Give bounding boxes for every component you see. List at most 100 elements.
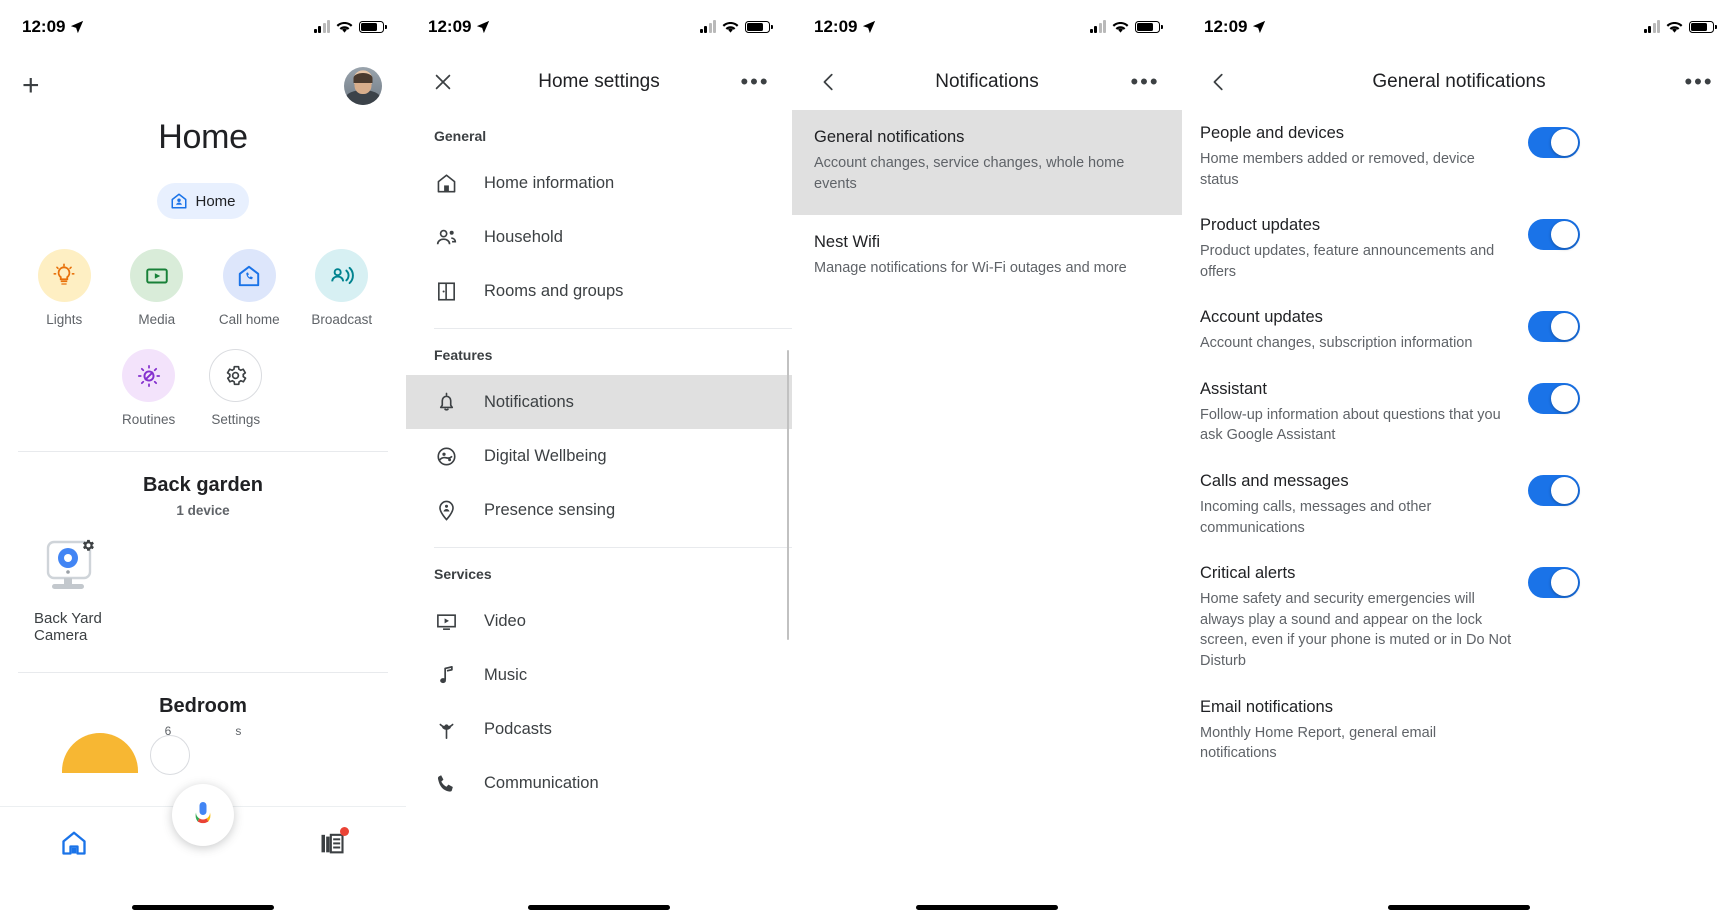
setting-subtitle: Account changes, subscription informatio…	[1200, 335, 1473, 352]
quick-actions: Lights Media Call home Broadcast Routine…	[0, 249, 406, 427]
settings-item-communication[interactable]: Communication	[406, 756, 792, 810]
setting-row-people-and-devices[interactable]: People and devices Home members added or…	[1182, 110, 1736, 202]
toggle-calls-and-messages[interactable]	[1528, 475, 1580, 507]
close-icon[interactable]	[426, 65, 460, 99]
more-options-icon[interactable]: •••	[738, 65, 772, 99]
list-item-subtitle: Manage notifications for Wi-Fi outages a…	[814, 260, 1127, 277]
quick-action-settings[interactable]: Settings	[209, 349, 263, 427]
routines-icon	[122, 349, 176, 402]
status-bar: 12:09	[1182, 0, 1736, 54]
setting-row-email-notifications[interactable]: Email notifications Monthly Home Report,…	[1182, 684, 1736, 776]
device-tile[interactable]: Back Yard Camera	[34, 536, 154, 644]
setting-row-assistant[interactable]: Assistant Follow-up information about qu…	[1182, 366, 1736, 458]
more-options-icon[interactable]: •••	[1128, 65, 1162, 99]
nav-bar: Notifications •••	[792, 54, 1182, 110]
more-options-icon[interactable]: •••	[1682, 65, 1716, 99]
toggle-people-and-devices[interactable]	[1528, 127, 1580, 158]
page-title: General notifications	[1372, 71, 1546, 92]
section-header-general: General	[434, 128, 487, 144]
settings-item-notifications[interactable]: Notifications	[406, 375, 792, 429]
panel-home-settings: 12:09 Home settings ••• General Home inf…	[406, 0, 792, 924]
home-selector-chip[interactable]: Home	[157, 183, 249, 219]
wifi-icon	[1112, 21, 1129, 33]
room-device-count: 1 device	[176, 503, 230, 518]
settings-item-home-information[interactable]: Home information	[406, 156, 792, 210]
ios-home-indicator	[1388, 905, 1530, 910]
notification-category-nest-wifi[interactable]: Nest Wifi Manage notifications for Wi-Fi…	[792, 215, 1182, 299]
status-time: 12:09	[428, 17, 472, 36]
status-bar: 12:09	[0, 0, 406, 54]
location-arrow-icon	[477, 20, 490, 34]
assistant-button[interactable]	[172, 784, 234, 846]
setting-title: People and devices	[1200, 124, 1345, 142]
toggle-product-updates[interactable]	[1528, 219, 1580, 251]
battery-icon	[359, 21, 387, 33]
battery-icon	[745, 21, 773, 33]
toggle-assistant[interactable]	[1528, 382, 1580, 414]
device-circle[interactable]	[150, 735, 190, 775]
back-chevron-icon[interactable]	[1202, 65, 1236, 99]
avatar[interactable]	[344, 67, 382, 105]
settings-item-label: Rooms and groups	[484, 281, 624, 300]
page-title: Home	[158, 118, 248, 156]
toggle-critical-alerts[interactable]	[1528, 567, 1580, 599]
quick-action-call-home[interactable]: Call home	[203, 249, 296, 327]
setting-subtitle: Monthly Home Report, general email notif…	[1200, 724, 1437, 762]
settings-item-digital-wellbeing[interactable]: Digital Wellbeing	[406, 429, 792, 483]
toggle-account-updates[interactable]	[1528, 311, 1580, 343]
status-time: 12:09	[1204, 17, 1248, 36]
cellular-signal-icon	[1089, 20, 1106, 33]
broadcast-icon	[315, 249, 369, 302]
status-bar: 12:09	[792, 0, 1182, 54]
settings-item-label: Home information	[484, 173, 615, 192]
settings-item-label: Digital Wellbeing	[484, 446, 607, 465]
setting-subtitle: Follow-up information about questions th…	[1200, 406, 1501, 444]
setting-title: Assistant	[1200, 379, 1267, 398]
notification-category-general[interactable]: General notifications Account changes, s…	[792, 110, 1182, 216]
quick-action-broadcast[interactable]: Broadcast	[296, 249, 389, 327]
panel-home: 12:09 + Home Home Lights Media Call home…	[0, 0, 406, 924]
tab-feed[interactable]	[318, 827, 349, 862]
lightbulb-icon	[37, 249, 91, 302]
wifi-icon	[722, 21, 739, 33]
music-note-icon	[434, 663, 458, 687]
setting-row-account-updates[interactable]: Account updates Account changes, subscri…	[1182, 294, 1736, 366]
settings-item-music[interactable]: Music	[406, 648, 792, 702]
setting-title: Email notifications	[1200, 697, 1333, 716]
battery-icon	[1135, 21, 1163, 33]
quick-action-lights[interactable]: Lights	[18, 249, 111, 327]
settings-item-label: Household	[484, 227, 563, 246]
quick-action-media[interactable]: Media	[111, 249, 204, 327]
list-item-title: Nest Wifi	[814, 233, 880, 252]
settings-item-rooms-and-groups[interactable]: Rooms and groups	[406, 264, 792, 318]
room-title: Back garden	[142, 474, 264, 496]
divider	[18, 672, 388, 673]
quick-action-label: Media	[138, 312, 176, 327]
cellular-signal-icon	[1643, 20, 1660, 33]
screenshot-strip: 12:09 + Home Home Lights Media Call home…	[0, 0, 1736, 924]
setting-row-critical-alerts[interactable]: Critical alerts Home safety and security…	[1182, 550, 1736, 683]
add-button[interactable]: +	[22, 71, 40, 101]
setting-row-product-updates[interactable]: Product updates Product updates, feature…	[1182, 202, 1736, 294]
cellular-signal-icon	[699, 20, 716, 33]
settings-item-podcasts[interactable]: Podcasts	[406, 702, 792, 756]
quick-action-label: Call home	[218, 312, 280, 327]
brightness-dial[interactable]	[62, 733, 138, 773]
room-bedroom[interactable]: Bedroom 6 s	[0, 695, 406, 775]
list-item-subtitle: Account changes, service changes, whole …	[814, 155, 1125, 193]
tab-home[interactable]	[60, 829, 88, 862]
status-time: 12:09	[814, 17, 858, 36]
wifi-icon	[336, 21, 353, 33]
quick-action-routines[interactable]: Routines	[122, 349, 175, 427]
settings-item-video[interactable]: Video	[406, 594, 792, 648]
setting-subtitle: Home safety and security emergencies wil…	[1200, 591, 1512, 669]
home-icon	[62, 831, 86, 855]
setting-row-calls-and-messages[interactable]: Calls and messages Incoming calls, messa…	[1182, 458, 1736, 550]
room-title: Bedroom	[159, 695, 247, 717]
scrollbar-thumb[interactable]	[786, 350, 789, 640]
nav-bar: Home settings •••	[406, 54, 792, 110]
settings-item-presence-sensing[interactable]: Presence sensing	[406, 483, 792, 537]
gear-icon	[209, 349, 263, 402]
back-chevron-icon[interactable]	[812, 65, 846, 99]
settings-item-household[interactable]: Household	[406, 210, 792, 264]
